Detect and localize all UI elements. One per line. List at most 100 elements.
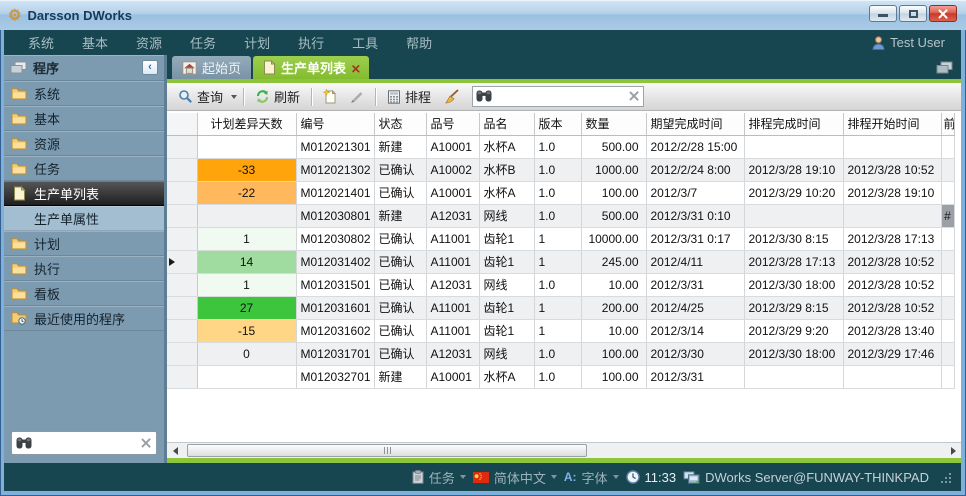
current-user[interactable]: Test User <box>872 35 951 50</box>
sidebar-item[interactable]: 系统 <box>4 81 164 106</box>
column-header[interactable]: 排程完成时间 <box>744 113 843 135</box>
row-gutter[interactable] <box>167 204 197 227</box>
menu-item[interactable]: 帮助 <box>392 30 446 55</box>
row-gutter[interactable] <box>167 181 197 204</box>
clock-icon <box>626 470 640 484</box>
sidebar-header-label: 程序 <box>33 58 59 77</box>
row-gutter[interactable] <box>167 273 197 296</box>
cell-status: 已确认 <box>374 250 426 273</box>
row-gutter[interactable] <box>167 250 197 273</box>
resize-grip[interactable] <box>940 472 951 483</box>
row-gutter[interactable] <box>167 135 197 158</box>
column-header[interactable]: 排程开始时间 <box>843 113 941 135</box>
cell-item-name: 网线 <box>479 342 534 365</box>
menu-item[interactable]: 基本 <box>68 30 122 55</box>
column-header[interactable]: 版本 <box>534 113 581 135</box>
table-row[interactable]: 0M012031701已确认A12031网线1.0100.002012/3/30… <box>167 342 954 365</box>
title-bar[interactable]: ⚙ Darsson DWorks <box>0 0 966 30</box>
menu-item[interactable]: 系统 <box>14 30 68 55</box>
table-row[interactable]: M012021301新建A10001水杯A1.0500.002012/2/28 … <box>167 135 954 158</box>
sidebar-item[interactable]: 看板 <box>4 281 164 306</box>
menu-item[interactable]: 资源 <box>122 30 176 55</box>
user-name: Test User <box>890 35 945 50</box>
schedule-button[interactable]: 排程 <box>382 85 436 108</box>
cell-edge <box>941 365 954 388</box>
sidebar-item[interactable]: 计划 <box>4 231 164 256</box>
doc-icon <box>263 60 276 75</box>
column-header[interactable]: 计划差异天数 <box>197 113 296 135</box>
column-header[interactable]: 状态 <box>374 113 426 135</box>
clock-status[interactable]: 11:33 <box>626 470 677 485</box>
language-dropdown[interactable]: 简体中文 <box>473 468 557 487</box>
row-gutter[interactable] <box>167 296 197 319</box>
scrollbar-thumb[interactable] <box>187 444 587 457</box>
server-status[interactable]: DWorks Server@FUNWAY-THINKPAD <box>683 470 929 485</box>
restore-button[interactable] <box>899 5 927 22</box>
column-header[interactable]: 数量 <box>581 113 646 135</box>
menu-item[interactable]: 工具 <box>338 30 392 55</box>
scroll-left-button[interactable] <box>167 443 183 458</box>
table-row[interactable]: -33M012021302已确认A10002水杯B1.01000.002012/… <box>167 158 954 181</box>
table-row[interactable]: M012032701新建A10001水杯A1.0100.002012/3/31 <box>167 365 954 388</box>
table-row[interactable]: 1M012031501已确认A12031网线1.010.002012/3/312… <box>167 273 954 296</box>
menu-item[interactable]: 计划 <box>230 30 284 55</box>
sidebar-item[interactable]: 资源 <box>4 131 164 156</box>
column-header-partial[interactable]: 前 <box>941 113 954 135</box>
column-header[interactable]: 期望完成时间 <box>646 113 744 135</box>
sidebar-item[interactable]: 任务 <box>4 156 164 181</box>
chevron-down-icon <box>613 475 619 479</box>
row-gutter[interactable] <box>167 319 197 342</box>
table-row[interactable]: 1M012030802已确认A11001齿轮1110000.002012/3/3… <box>167 227 954 250</box>
table-row[interactable]: -15M012031602已确认A11001齿轮1110.002012/3/14… <box>167 319 954 342</box>
cell-version: 1 <box>534 296 581 319</box>
tasks-dropdown[interactable]: 任务 <box>412 468 466 487</box>
edit-button[interactable] <box>345 88 369 106</box>
tab[interactable]: 生产单列表 <box>253 56 369 79</box>
column-header[interactable]: 品名 <box>479 113 534 135</box>
refresh-button[interactable]: 刷新 <box>250 85 305 108</box>
column-header[interactable]: 品号 <box>426 113 479 135</box>
table-row[interactable]: -22M012021401已确认A10001水杯A1.0100.002012/3… <box>167 181 954 204</box>
tab-list-icon[interactable] <box>936 61 953 74</box>
row-gutter[interactable] <box>167 227 197 250</box>
cell-version: 1.0 <box>534 365 581 388</box>
sidebar-item[interactable]: 最近使用的程序 <box>4 306 164 331</box>
scrollbar-track[interactable] <box>183 443 945 458</box>
table-row[interactable]: M012030801新建A12031网线1.0500.002012/3/31 0… <box>167 204 954 227</box>
cell-item-name: 水杯A <box>479 135 534 158</box>
menu-item[interactable]: 任务 <box>176 30 230 55</box>
close-button[interactable] <box>929 5 957 22</box>
cell-diff-days: 27 <box>197 296 296 319</box>
cell-due: 2012/3/31 0:10 <box>646 204 744 227</box>
row-gutter[interactable] <box>167 342 197 365</box>
cell-item-no: A11001 <box>426 296 479 319</box>
table-row[interactable]: 14M012031402已确认A11001齿轮11245.002012/4/11… <box>167 250 954 273</box>
sidebar-search-clear-icon[interactable] <box>141 438 151 448</box>
query-dropdown-icon[interactable] <box>231 95 237 99</box>
column-header[interactable]: 编号 <box>296 113 374 135</box>
toolbar-search-clear-icon[interactable] <box>629 91 639 101</box>
new-button[interactable] <box>318 87 342 106</box>
sidebar-item[interactable]: 执行 <box>4 256 164 281</box>
row-gutter[interactable] <box>167 365 197 388</box>
row-gutter[interactable] <box>167 158 197 181</box>
minimize-button[interactable] <box>869 5 897 22</box>
tab-close-icon[interactable] <box>352 64 358 70</box>
menu-item[interactable]: 执行 <box>284 30 338 55</box>
cell-qty: 1000.00 <box>581 158 646 181</box>
query-button[interactable]: 查询 <box>173 85 228 108</box>
scroll-right-button[interactable] <box>945 443 961 458</box>
clean-button[interactable] <box>439 87 465 106</box>
sidebar-item[interactable]: 基本 <box>4 106 164 131</box>
toolbar-search-input[interactable] <box>472 86 644 107</box>
sidebar-search-input[interactable] <box>11 431 157 455</box>
new-document-icon <box>323 89 337 104</box>
grid-area: 计划差异天数编号状态品号品名版本数量期望完成时间排程完成时间排程开始时间前 M0… <box>167 111 961 442</box>
sidebar-item[interactable]: 生产单列表 <box>4 181 164 206</box>
tab[interactable]: 起始页 <box>172 56 251 79</box>
table-row[interactable]: 27M012031601已确认A11001齿轮11200.002012/4/25… <box>167 296 954 319</box>
font-dropdown[interactable]: A: 字体 <box>564 468 619 487</box>
sidebar-collapse-button[interactable]: ‹ <box>142 60 158 75</box>
cell-status: 已确认 <box>374 342 426 365</box>
sidebar-item[interactable]: 生产单属性 <box>4 206 164 231</box>
